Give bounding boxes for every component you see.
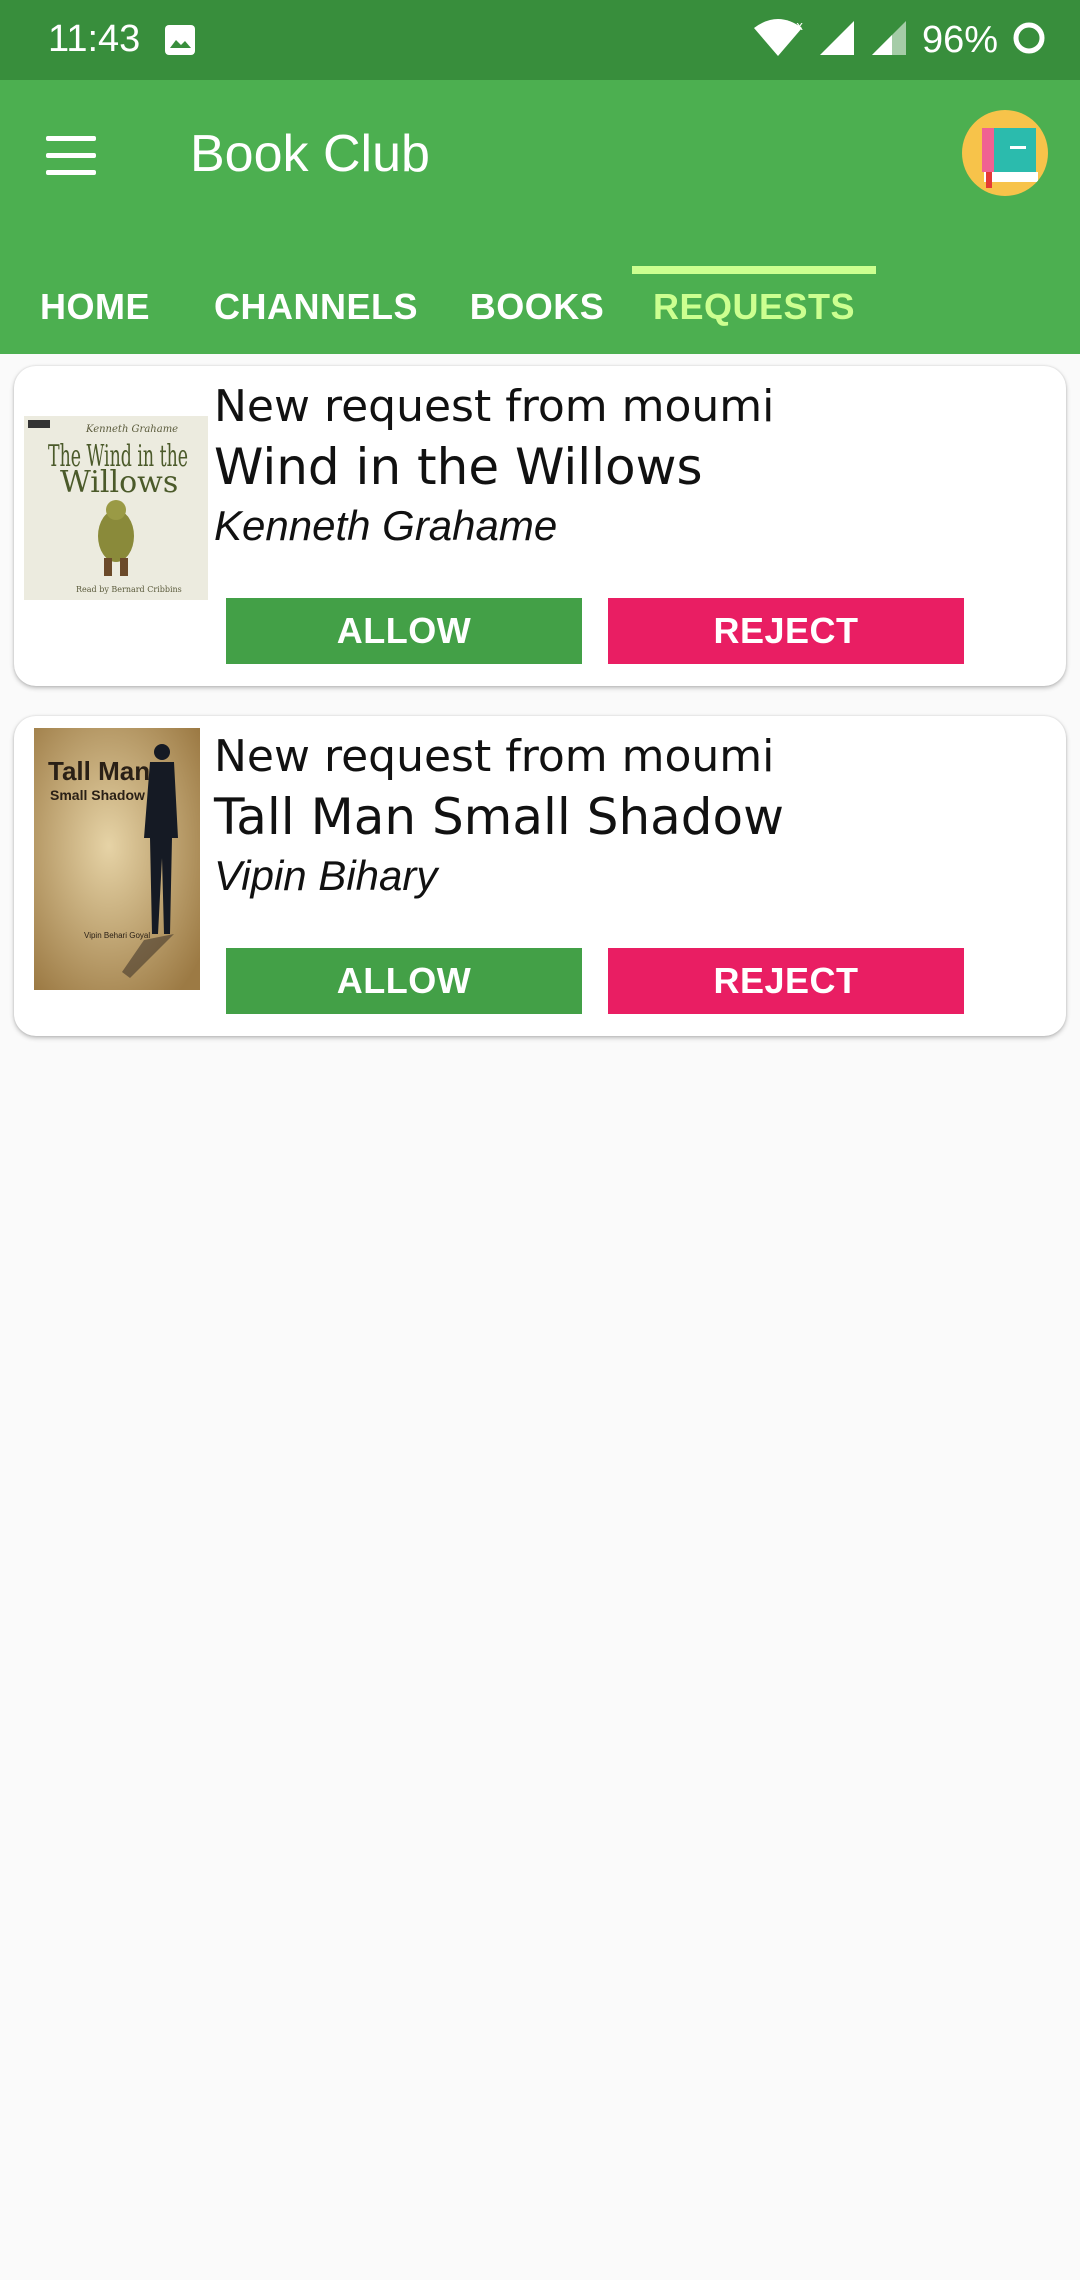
allow-button[interactable]: ALLOW [226, 598, 582, 664]
request-card: Tall Man Small Shadow Vipin Behari Goyal… [14, 716, 1066, 1036]
status-bar: 11:43 x 96% [0, 0, 1080, 80]
book-author: Kenneth Grahame [214, 502, 558, 549]
request-card: Kenneth Grahame The Wind in the Willows … [14, 366, 1066, 686]
svg-text:x: x [796, 19, 803, 33]
cover-title-line1: Tall Man [48, 756, 150, 786]
image-icon [164, 24, 196, 56]
tab-requests[interactable]: REQUESTS [632, 260, 876, 354]
tab-books[interactable]: BOOKS [442, 260, 632, 354]
wifi-icon: x [752, 18, 804, 63]
request-label: New request from moumi [214, 731, 775, 782]
cover-title-line2: Small Shadow [50, 787, 145, 803]
tab-bar: HOME CHANNELS BOOKS REQUESTS [0, 260, 1080, 354]
cover-title-line2: Willows [60, 465, 178, 500]
book-title: Tall Man Small Shadow [214, 788, 784, 846]
cover-footer-text: Vipin Behari Goyal [84, 931, 150, 940]
app-bar: Book Club HOME CHANNELS BOOKS REQUESTS [0, 80, 1080, 354]
tab-channels[interactable]: CHANNELS [190, 260, 442, 354]
signal-icon [818, 19, 856, 62]
status-time: 11:43 [48, 18, 141, 60]
reject-button[interactable]: REJECT [608, 948, 964, 1014]
book-author: Vipin Bihary [214, 852, 438, 899]
hamburger-menu-icon[interactable] [46, 136, 98, 176]
reject-button[interactable]: REJECT [608, 598, 964, 664]
cover-author-text: Kenneth Grahame [85, 424, 178, 435]
request-label: New request from moumi [214, 381, 775, 432]
request-details: New request from moumi Wind in the Willo… [214, 378, 774, 554]
active-tab-indicator [632, 266, 876, 274]
status-icons: x 96% [752, 14, 1046, 66]
signal-icon-2 [870, 19, 908, 62]
book-avatar-icon[interactable] [962, 110, 1048, 196]
request-details: New request from moumi Tall Man Small Sh… [214, 728, 784, 904]
book-cover-image: Kenneth Grahame The Wind in the Willows … [24, 416, 208, 600]
book-cover-image: Tall Man Small Shadow Vipin Behari Goyal [34, 728, 200, 990]
cover-footer-text: Read by Bernard Cribbins [76, 585, 182, 594]
app-title: Book Club [190, 125, 430, 183]
tab-home[interactable]: HOME [0, 260, 190, 354]
battery-percent: 96% [921, 18, 998, 61]
book-title: Wind in the Willows [214, 438, 703, 496]
battery-ring-icon [1012, 21, 1046, 60]
allow-button[interactable]: ALLOW [226, 948, 582, 1014]
